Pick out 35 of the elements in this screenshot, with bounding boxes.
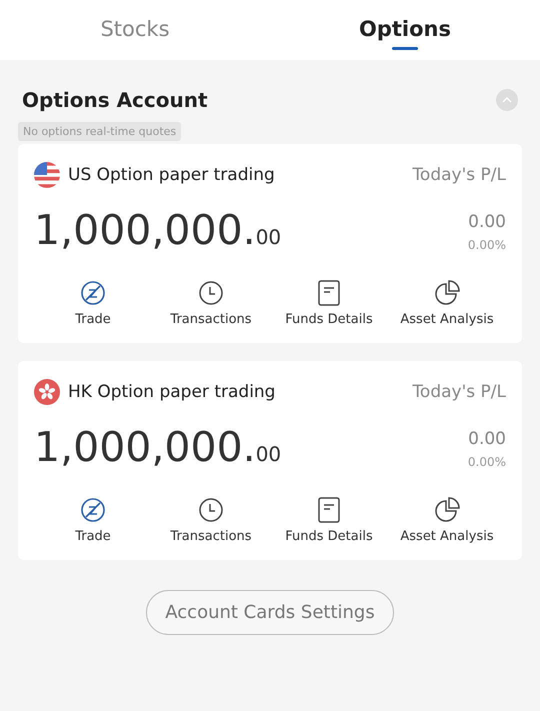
tab[interactable]: Stocks xyxy=(100,16,170,40)
pl-value: 0.00 xyxy=(468,212,506,232)
pl-percent: 0.00% xyxy=(468,238,506,252)
action-button[interactable]: Asset Analysis xyxy=(388,491,506,550)
clock-icon xyxy=(198,280,224,306)
action-button[interactable]: Funds Details xyxy=(270,274,388,333)
flag-icon xyxy=(34,162,60,188)
tab[interactable]: Options xyxy=(359,16,451,40)
action-button[interactable]: Trade xyxy=(34,491,152,550)
pl-value: 0.00 xyxy=(468,429,506,449)
account-name: HK Option paper trading xyxy=(68,382,276,402)
section-title: Options Account xyxy=(22,88,208,112)
pie-chart-icon xyxy=(434,497,460,523)
action-button[interactable]: Asset Analysis xyxy=(388,274,506,333)
flag-icon xyxy=(34,379,60,405)
clock-icon xyxy=(198,497,224,523)
quotes-badge: No options real-time quotes xyxy=(18,122,182,141)
pl-percent: 0.00% xyxy=(468,455,506,469)
pl-label: Today's P/L xyxy=(412,165,506,185)
pl-label: Today's P/L xyxy=(412,382,506,402)
pie-chart-icon xyxy=(434,280,460,306)
action-button[interactable]: Transactions xyxy=(152,491,270,550)
chevron-up-icon xyxy=(502,97,512,103)
document-icon xyxy=(318,280,340,306)
trade-icon xyxy=(80,497,106,523)
collapse-button[interactable] xyxy=(496,89,518,111)
document-icon xyxy=(318,497,340,523)
account-name: US Option paper trading xyxy=(68,165,275,185)
balance-amount: 1,000,000.00 xyxy=(34,206,282,254)
action-button[interactable]: Transactions xyxy=(152,274,270,333)
trade-icon xyxy=(80,280,106,306)
settings-button[interactable]: Account Cards Settings xyxy=(146,590,394,635)
action-button[interactable]: Funds Details xyxy=(270,491,388,550)
balance-amount: 1,000,000.00 xyxy=(34,423,282,471)
action-button[interactable]: Trade xyxy=(34,274,152,333)
